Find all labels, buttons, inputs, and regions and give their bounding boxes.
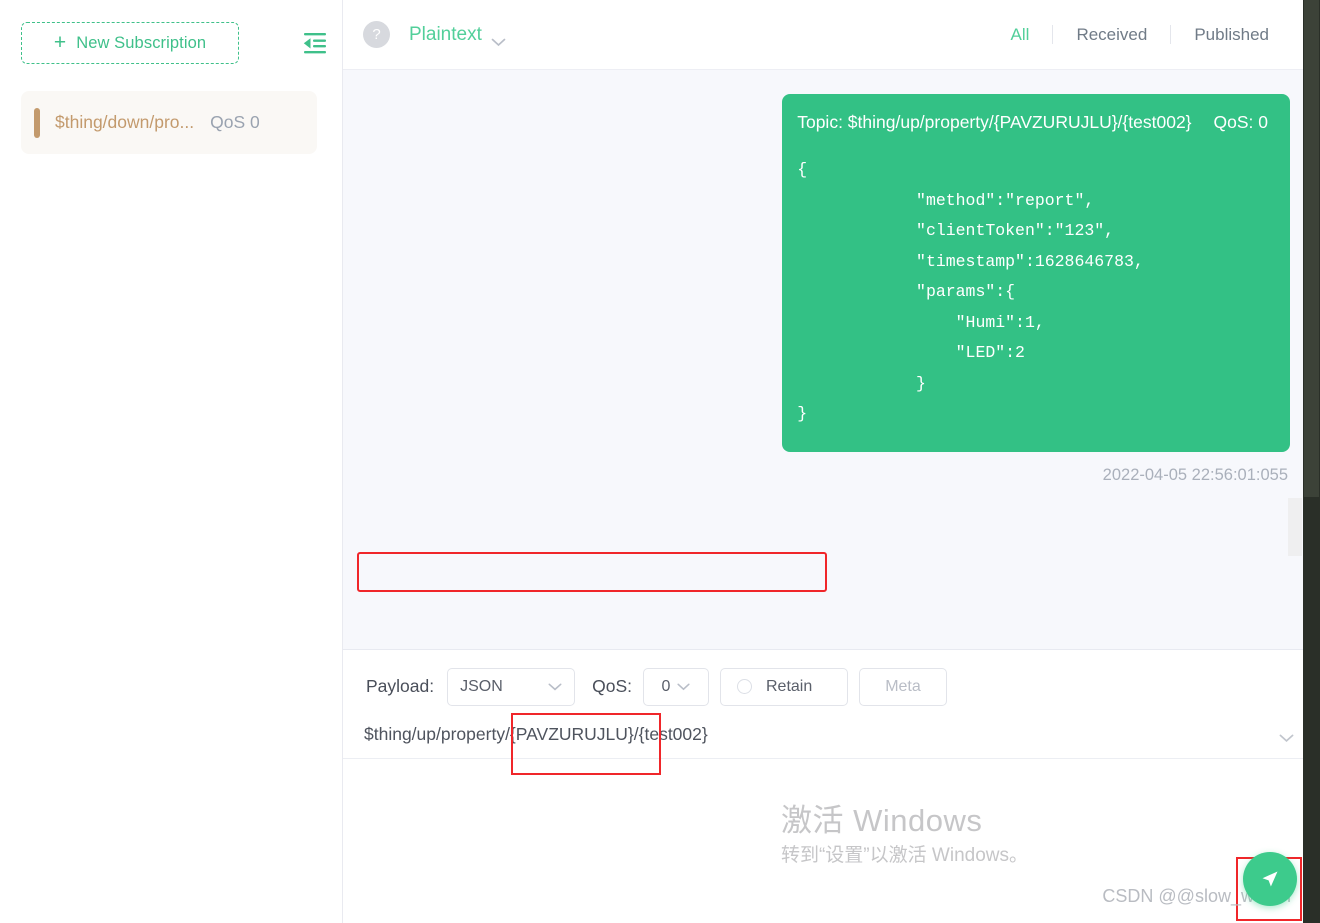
- message-header: Topic: $thing/up/property/{PAVZURUJLU}/{…: [797, 112, 1268, 133]
- chevron-down-icon[interactable]: [1279, 730, 1294, 742]
- chevron-down-icon: [548, 678, 562, 696]
- scrollbar-thumb[interactable]: [1304, 0, 1319, 497]
- payload-type-select[interactable]: JSON: [447, 667, 576, 706]
- subscriptions-sidebar: + New Subscription $thing/down/pro... Qo…: [0, 0, 343, 923]
- qos-label: QoS:: [592, 676, 632, 697]
- publish-topic-row[interactable]: $thing/up/property/{PAVZURUJLU}/{test002…: [343, 711, 1320, 759]
- collapse-panel-icon[interactable]: [302, 32, 328, 54]
- tab-published[interactable]: Published: [1171, 25, 1292, 45]
- chevron-down-icon: [677, 678, 691, 696]
- new-subscription-label: New Subscription: [76, 33, 207, 52]
- message-row: Topic: $thing/up/property/{PAVZURUJLU}/{…: [373, 94, 1290, 452]
- meta-label: Meta: [885, 677, 921, 695]
- subscription-list-item[interactable]: $thing/down/pro... QoS 0: [21, 91, 317, 154]
- window-scrollbar[interactable]: [1303, 0, 1320, 923]
- help-icon[interactable]: ?: [363, 21, 390, 48]
- qos-value: 0: [661, 677, 671, 695]
- new-subscription-button[interactable]: + New Subscription: [21, 22, 239, 64]
- qos-select[interactable]: 0: [643, 667, 709, 706]
- main-panel: ? Plaintext All Received Published Topic…: [343, 0, 1320, 923]
- meta-button[interactable]: Meta: [859, 667, 947, 706]
- payload-format-value: Plaintext: [409, 23, 482, 45]
- message-list[interactable]: Topic: $thing/up/property/{PAVZURUJLU}/{…: [343, 70, 1320, 650]
- subscription-qos: QoS 0: [210, 112, 260, 132]
- tab-received[interactable]: Received: [1053, 25, 1170, 45]
- activation-title: 激活 Windows: [780, 803, 983, 838]
- payload-label: Payload:: [366, 676, 435, 697]
- published-message-bubble[interactable]: Topic: $thing/up/property/{PAVZURUJLU}/{…: [782, 94, 1290, 452]
- publish-topic-input[interactable]: $thing/up/property/{PAVZURUJLU}/{test002…: [343, 724, 708, 745]
- publish-options-row: Payload: JSON QoS: 0 Retain Meta: [343, 650, 1320, 711]
- message-payload: { "method":"report", "clientToken":"123"…: [797, 160, 1144, 423]
- publish-panel: Payload: JSON QoS: 0 Retain Meta $thing/…: [343, 649, 1320, 759]
- retain-label: Retain: [766, 677, 813, 695]
- message-timestamp: 2022-04-05 22:56:01:055: [1102, 465, 1288, 484]
- toolbar: ? Plaintext All Received Published: [343, 0, 1320, 70]
- tab-all[interactable]: All: [988, 25, 1053, 45]
- send-message-button[interactable]: [1243, 852, 1297, 906]
- payload-type-value: JSON: [460, 677, 503, 695]
- plus-icon: +: [53, 30, 67, 54]
- message-topic: Topic: $thing/up/property/{PAVZURUJLU}/{…: [797, 112, 1192, 132]
- retain-radio-icon: [737, 679, 752, 695]
- subscription-topic: $thing/down/pro...: [55, 112, 195, 132]
- message-filter-tabs: All Received Published: [988, 25, 1292, 45]
- message-qos: QoS: 0: [1213, 112, 1268, 132]
- subscription-color-bar: [34, 107, 40, 138]
- mqtt-client-window: + New Subscription $thing/down/pro... Qo…: [0, 0, 1320, 923]
- windows-activation-watermark: 激活 Windows 转到“设置”以激活 Windows。: [781, 801, 1028, 871]
- send-paper-plane-icon: [1262, 871, 1278, 887]
- payload-format-select[interactable]: Plaintext: [409, 23, 506, 46]
- retain-checkbox[interactable]: Retain: [720, 667, 848, 706]
- activation-subtitle: 转到“设置”以激活 Windows。: [780, 845, 1028, 866]
- scrollbar-gap: [1288, 498, 1302, 556]
- chevron-down-icon: [491, 31, 506, 46]
